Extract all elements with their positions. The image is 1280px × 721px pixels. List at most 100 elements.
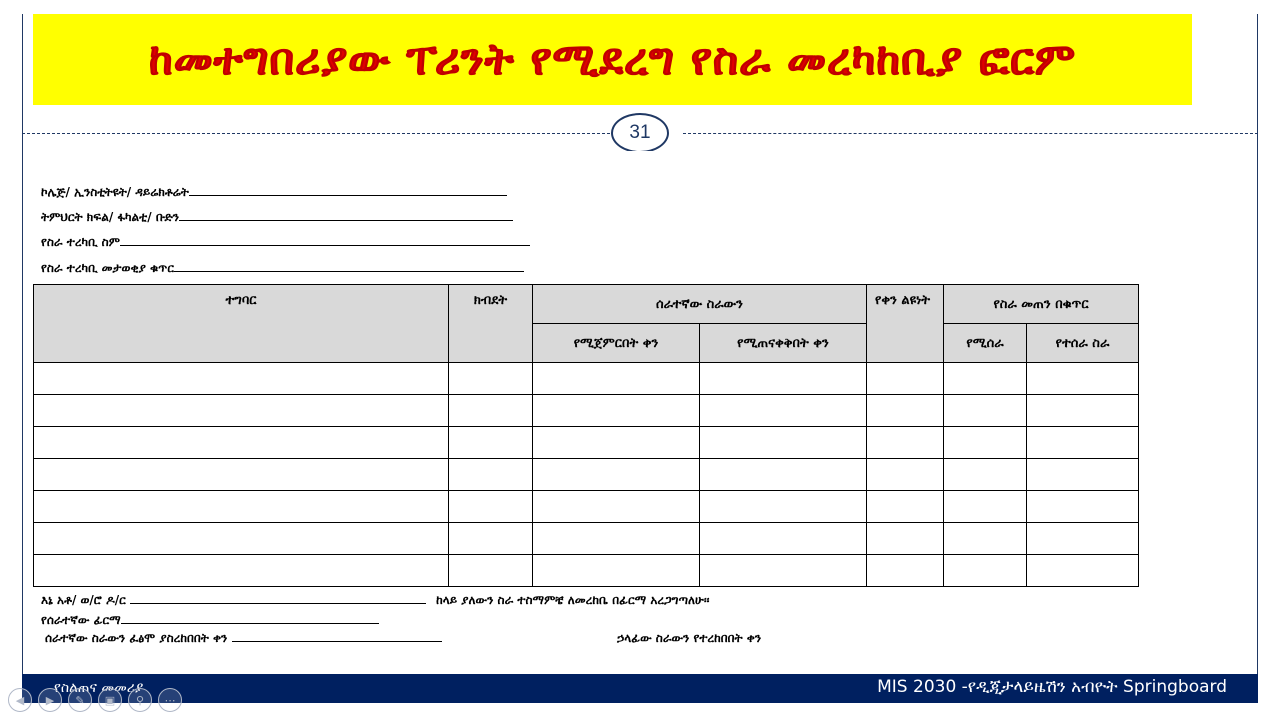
table-cell[interactable]	[866, 490, 944, 523]
table-cell[interactable]	[33, 490, 449, 523]
table-cell[interactable]	[33, 554, 449, 587]
header-weight: ክብደት	[448, 284, 533, 363]
field-receiver-name: የስራ ተረካቢ ስም	[41, 235, 530, 250]
table-cell[interactable]	[866, 394, 944, 427]
table-cell[interactable]	[33, 458, 449, 491]
table-cell[interactable]	[1026, 522, 1139, 555]
header-worker-work: ሰራተኛው ስራውን	[532, 284, 867, 324]
table-row	[33, 394, 1139, 427]
table-cell[interactable]	[1026, 362, 1139, 395]
field-department: ትምህርት ክፍል/ ፋካልቲ/ ቡድን	[41, 210, 514, 225]
table-cell[interactable]	[33, 426, 449, 459]
table-cell[interactable]	[448, 490, 533, 523]
table-row	[33, 362, 1139, 395]
table-cell[interactable]	[532, 490, 700, 523]
table-cell[interactable]	[1026, 458, 1139, 491]
table-cell[interactable]	[33, 394, 449, 427]
table-cell[interactable]	[33, 362, 449, 395]
footer-right-text: MIS 2030 -የዲጂታላይዜሽን አብዮት Springboard	[877, 677, 1227, 697]
play-icon[interactable]: ▶	[38, 688, 62, 712]
table-cell[interactable]	[699, 490, 867, 523]
slide-title: ከመተግበሪያው ፐሪንት የሚደረግ የስራ መረካከቢያ ፎርም	[148, 34, 1076, 85]
table-cell[interactable]	[943, 426, 1027, 459]
page-number: 31	[629, 122, 651, 143]
field-college-label: ኮሌጅ/ ኢንስቲትዩት/ ዳይሬክቶሬት	[41, 185, 189, 199]
table-row	[33, 458, 1139, 491]
table-cell[interactable]	[699, 522, 867, 555]
fill-line	[119, 235, 530, 246]
table-cell[interactable]	[699, 458, 867, 491]
table-cell[interactable]	[1026, 426, 1139, 459]
pen-icon[interactable]: ✎	[68, 688, 92, 712]
table-cell[interactable]	[448, 426, 533, 459]
table-cell[interactable]	[448, 362, 533, 395]
field-receiver-id-label: የስራ ተረካቢ መታወቂያ ቁጥር	[41, 261, 174, 275]
table-cell[interactable]	[532, 522, 700, 555]
header-to-do: የሚሰራ	[943, 323, 1027, 363]
presentation-controls: ◀ ▶ ✎ ▣ ⚲ ⋯	[8, 688, 182, 712]
table-cell[interactable]	[532, 362, 700, 395]
table-cell[interactable]	[699, 554, 867, 587]
slides-icon[interactable]: ▣	[98, 688, 122, 712]
table-cell[interactable]	[448, 554, 533, 587]
table-cell[interactable]	[866, 522, 944, 555]
table-cell[interactable]	[448, 522, 533, 555]
table-row	[33, 426, 1139, 459]
prev-icon[interactable]: ◀	[8, 688, 32, 712]
table-body	[33, 362, 1139, 587]
table-cell[interactable]	[866, 458, 944, 491]
fill-line	[231, 631, 442, 642]
fill-line	[173, 261, 524, 272]
divider-right	[683, 133, 1258, 134]
table-cell[interactable]	[532, 458, 700, 491]
table-cell[interactable]	[699, 394, 867, 427]
field-department-label: ትምህርት ክፍል/ ፋካልቲ/ ቡድን	[41, 210, 180, 224]
table-cell[interactable]	[943, 458, 1027, 491]
completion-date-label: ሰራተኛው ስራውን ፈፅሞ ያስረከበበት ቀን	[45, 631, 228, 645]
table-cell[interactable]	[1026, 554, 1139, 587]
head-received-date-label: ኃላፊው ስራውን የተረከበበት ቀን	[617, 631, 762, 645]
handover-table: ተግባር ክብደት ሰራተኛው ስራውን የቀን ልዩነት የስራ መጠን በቁ…	[33, 284, 1139, 587]
header-day-diff: የቀን ልዩነት	[866, 284, 944, 363]
signature-statement: እኔ አቶ/ ወ/ሮ ዶ/ር ከላይ ያለውን ስራ ተስማምቼ ለመረከቤ በ…	[41, 593, 710, 608]
header-quantity: የስራ መጠን በቁጥር	[943, 284, 1139, 324]
table-cell[interactable]	[866, 554, 944, 587]
completion-date: ሰራተኛው ስራውን ፈፅሞ ያስረከበበት ቀን	[45, 631, 442, 646]
table-cell[interactable]	[943, 490, 1027, 523]
header-end-date: የሚጠናቀቅበት ቀን	[699, 323, 867, 363]
table-row	[33, 490, 1139, 523]
header-done: የተሰራ ስራ	[1026, 323, 1139, 363]
header-activity: ተግባር	[33, 284, 449, 363]
zoom-icon[interactable]: ⚲	[128, 688, 152, 712]
table-cell[interactable]	[1026, 490, 1139, 523]
table-cell[interactable]	[532, 394, 700, 427]
worker-signature: የሰራተኛው ፊርማ	[41, 613, 379, 628]
more-icon[interactable]: ⋯	[158, 688, 182, 712]
table-cell[interactable]	[866, 362, 944, 395]
table-cell[interactable]	[943, 522, 1027, 555]
signature-name-prefix: እኔ አቶ/ ወ/ሮ ዶ/ር	[41, 593, 126, 607]
field-receiver-name-label: የስራ ተረካቢ ስም	[41, 235, 120, 249]
divider-left	[22, 133, 610, 134]
table-row	[33, 522, 1139, 555]
table-cell[interactable]	[1026, 394, 1139, 427]
table-cell[interactable]	[699, 426, 867, 459]
table-cell[interactable]	[943, 554, 1027, 587]
table-cell[interactable]	[33, 522, 449, 555]
page-number-badge: 31	[611, 113, 669, 153]
title-banner: ከመተግበሪያው ፐሪንት የሚደረግ የስራ መረካከቢያ ፎርም	[33, 14, 1192, 105]
field-college: ኮሌጅ/ ኢንስቲትዩት/ ዳይሬክቶሬት	[41, 185, 507, 200]
table-cell[interactable]	[699, 362, 867, 395]
table-cell[interactable]	[448, 458, 533, 491]
table-cell[interactable]	[532, 554, 700, 587]
badge-mask	[606, 151, 676, 159]
table-cell[interactable]	[448, 394, 533, 427]
fill-line	[129, 593, 426, 604]
fill-line	[188, 185, 507, 196]
table-cell[interactable]	[532, 426, 700, 459]
worker-signature-label: የሰራተኛው ፊርማ	[41, 613, 121, 627]
table-cell[interactable]	[866, 426, 944, 459]
table-cell[interactable]	[943, 394, 1027, 427]
table-cell[interactable]	[943, 362, 1027, 395]
head-received-date: ኃላፊው ስራውን የተረከበበት ቀን	[617, 631, 761, 646]
